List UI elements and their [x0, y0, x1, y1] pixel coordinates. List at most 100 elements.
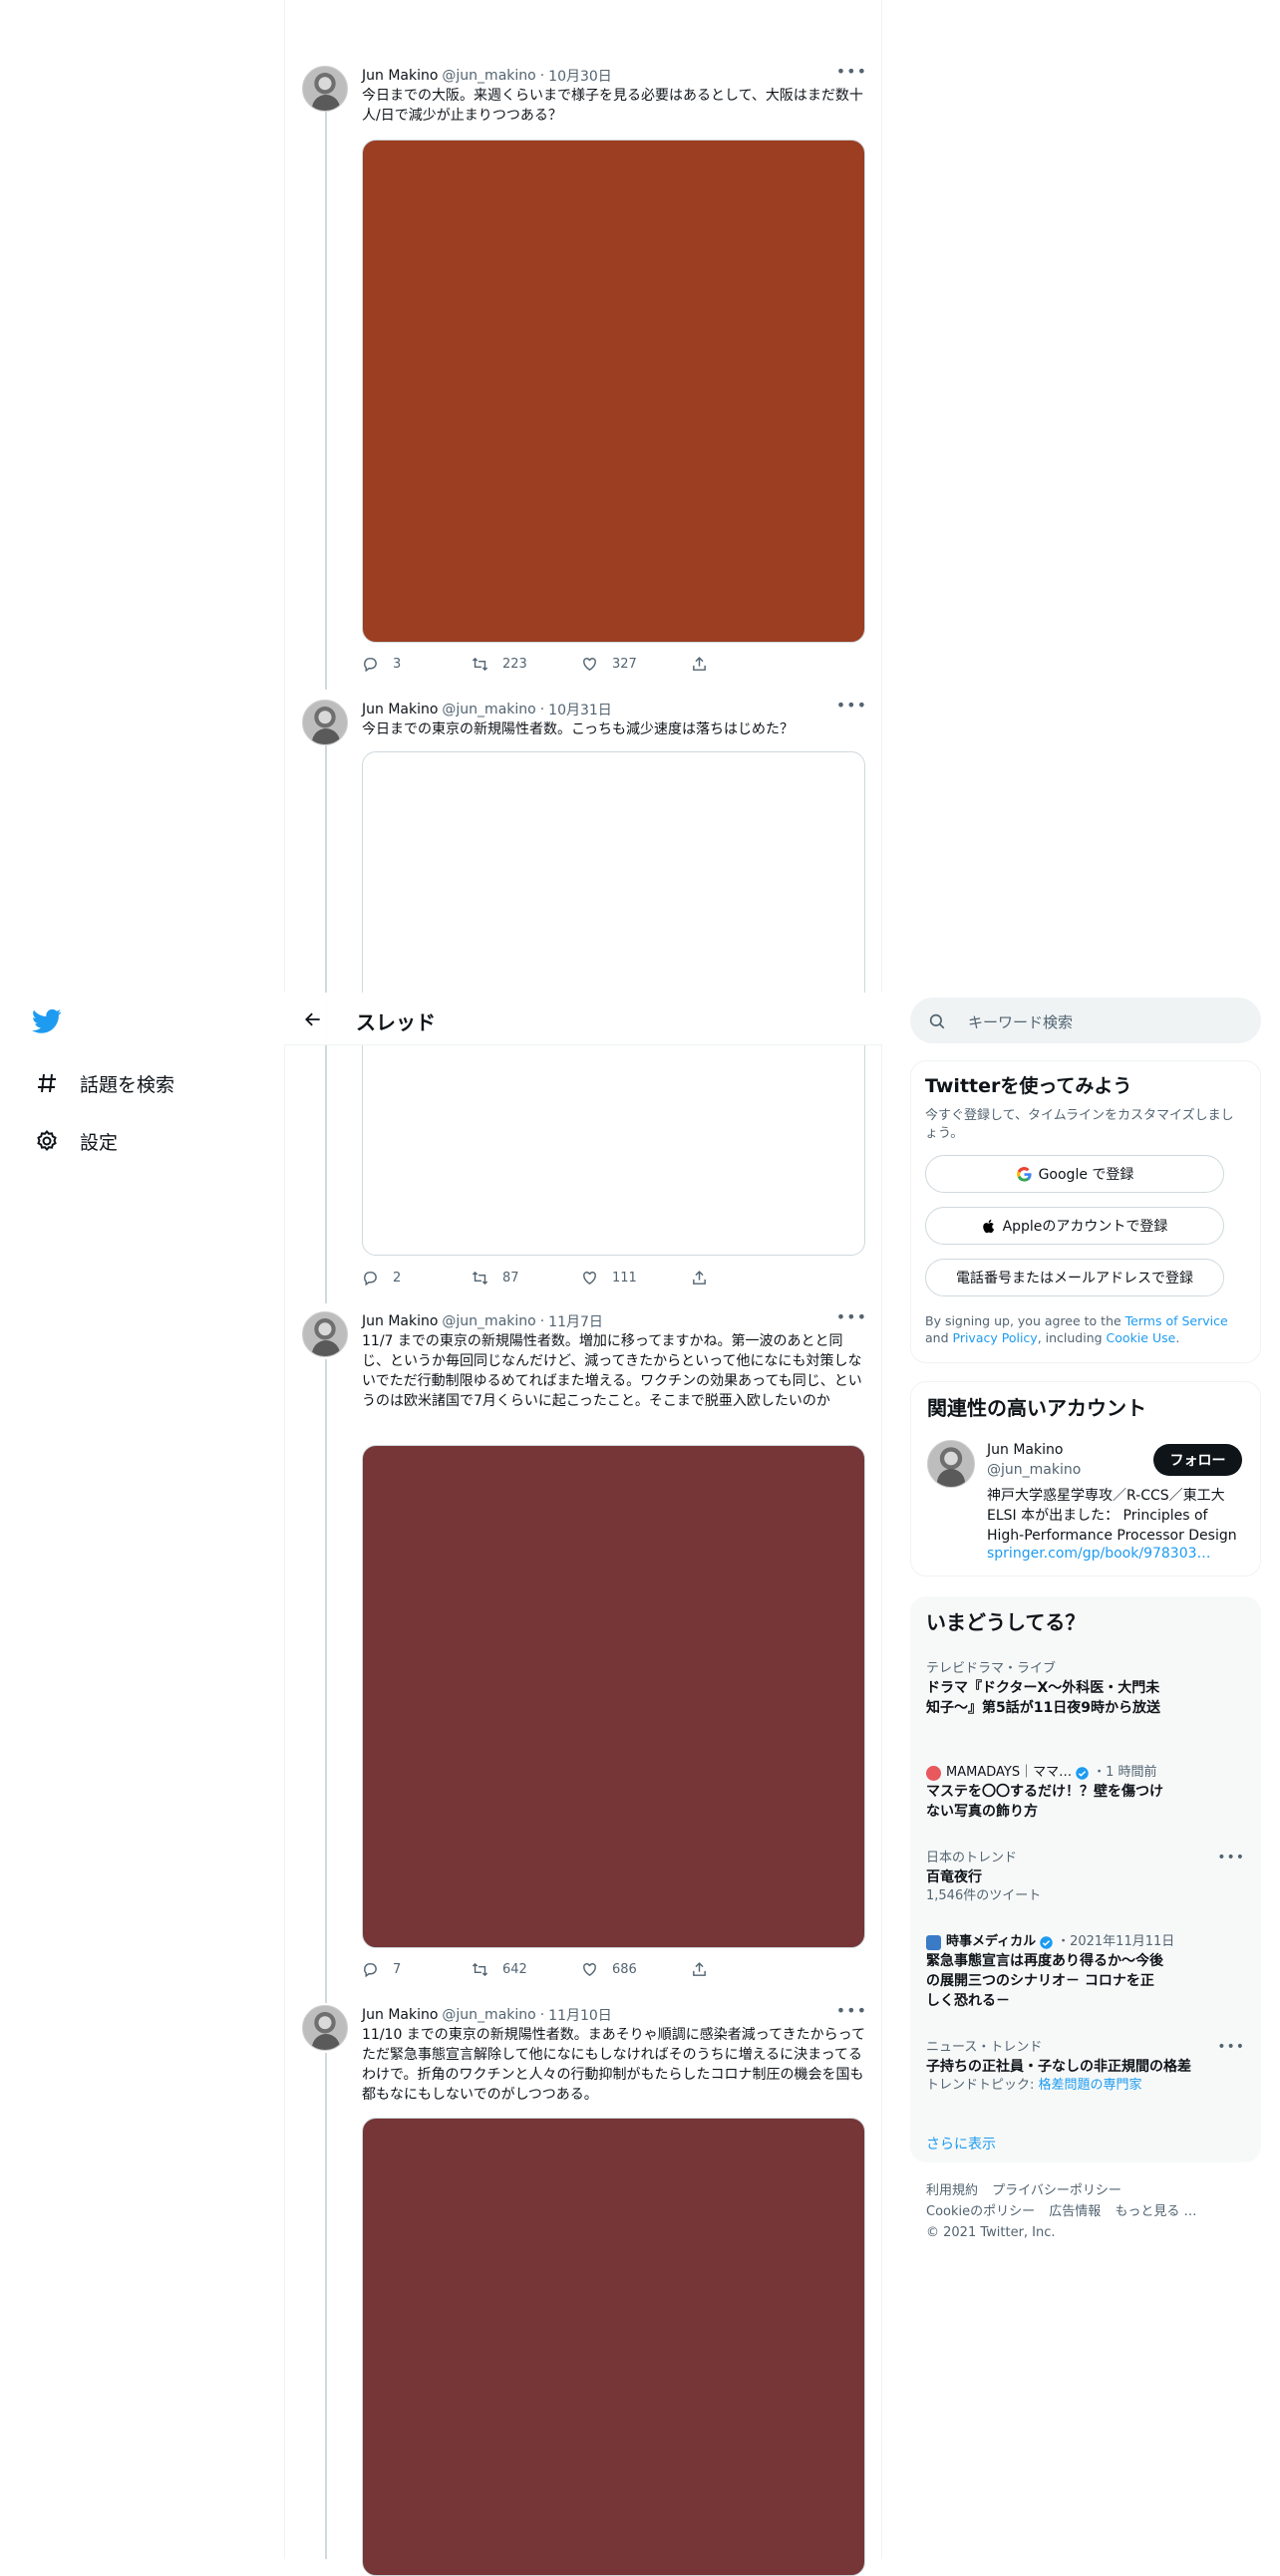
tweet-date[interactable]: 10月31日 [548, 700, 612, 719]
search-box[interactable]: キーワード検索 [910, 998, 1261, 1043]
tweet-date[interactable]: 10月30日 [548, 66, 612, 86]
retweet-count: 642 [502, 1962, 527, 1977]
trend-item[interactable]: 時事メディカル ・2021年11月11日 緊急事態宣言は再度あり得るか～今後の展… [926, 1933, 1245, 2011]
terms-of-service-link[interactable]: Terms of Service [1125, 1313, 1228, 1328]
tweet-header: Jun Makino @jun_makino · 10月31日 [362, 700, 612, 719]
share-icon [693, 1962, 706, 1976]
more-options-icon[interactable]: ••• [836, 2001, 867, 2020]
follow-button[interactable]: フォロー [1153, 1444, 1242, 1476]
trend-account: 時事メディカル [946, 1934, 1037, 1949]
phone-email-signup-button[interactable]: 電話番号またはメールアドレスで登録 [925, 1259, 1224, 1296]
like-button[interactable]: 111 [581, 1270, 691, 1287]
tweet-actions: 3 223 327 [362, 656, 800, 673]
footer-link-ads[interactable]: 広告情報 [1049, 2204, 1101, 2219]
retweet-icon [472, 657, 488, 672]
retweet-button[interactable]: 223 [472, 656, 581, 673]
trend-item[interactable]: テレビドラマ・ライブ ドラマ『ドクターX～外科医・大門未知子～』第5話が11日夜… [926, 1660, 1245, 1718]
author-name[interactable]: Jun Makino [362, 2007, 438, 2023]
thread-column: Jun Makino @jun_makino · 10月30日 ••• 今日まで… [284, 0, 882, 2576]
more-options-icon[interactable]: ••• [1217, 1850, 1245, 1865]
author-name[interactable]: Jun Makino [362, 68, 438, 84]
thread-connector [325, 2053, 327, 2559]
back-button[interactable] [298, 1004, 328, 1034]
account-bio: 神戸大学惑星学専攻／R-CCS／東工大ELSI 本が出ました： Principl… [987, 1488, 1237, 1544]
tweet-date[interactable]: 11月7日 [548, 1311, 603, 1331]
terms-text: , including [1037, 1330, 1107, 1345]
arrow-left-icon [305, 1012, 320, 1026]
account-handle[interactable]: @jun_makino [987, 1462, 1081, 1478]
verified-badge-icon [1040, 1935, 1053, 1949]
tweet-image[interactable] [362, 140, 865, 643]
terms-text: . [1175, 1330, 1180, 1345]
tweet-date[interactable]: 11月10日 [548, 2005, 612, 2025]
footer-link-terms[interactable]: 利用規約 [926, 2183, 978, 2198]
trend-title: 子持ちの正社員・子なしの非正規間の格差 [926, 2059, 1191, 2075]
avatar[interactable] [927, 1440, 975, 1488]
author-name[interactable]: Jun Makino [362, 702, 438, 717]
signup-title: Twitterを使ってみよう [925, 1075, 1132, 1097]
verified-badge-icon [1076, 1766, 1089, 1780]
trend-item[interactable]: MAMADAYS｜ママ… ・1 時間前 マステを〇〇するだけ！？壁を傷つけない写… [926, 1764, 1245, 1822]
avatar[interactable] [302, 1311, 348, 1357]
search-input[interactable]: キーワード検索 [968, 1011, 1073, 1032]
avatar[interactable] [302, 66, 348, 112]
heart-icon [583, 1963, 596, 1977]
author-name[interactable]: Jun Makino [362, 1313, 438, 1329]
trend-time: ・2021年11月11日 [1057, 1934, 1175, 1949]
reply-icon [364, 1272, 377, 1287]
apple-signup-button[interactable]: Appleのアカウントで登録 [925, 1207, 1224, 1245]
tweet-image[interactable] [362, 2118, 865, 2576]
more-options-icon[interactable]: ••• [1217, 2039, 1245, 2055]
show-more-link[interactable]: さらに表示 [926, 2134, 996, 2153]
retweet-button[interactable]: 642 [472, 1961, 581, 1978]
account-name[interactable]: Jun Makino [987, 1442, 1063, 1458]
like-count: 327 [612, 657, 637, 672]
tweet-image[interactable] [362, 1445, 865, 1948]
avatar[interactable] [302, 2005, 348, 2051]
trend-topic-link[interactable]: 格差問題の専門家 [1039, 2078, 1142, 2093]
reply-button[interactable]: 2 [362, 1270, 472, 1287]
trend-item[interactable]: ニュース・トレンド 子持ちの正社員・子なしの非正規間の格差 トレンドトピック: … [926, 2039, 1245, 2095]
share-button[interactable] [691, 1961, 800, 1978]
privacy-policy-link[interactable]: Privacy Policy [953, 1330, 1038, 1345]
avatar[interactable] [302, 700, 348, 745]
reply-button[interactable]: 3 [362, 656, 472, 673]
tweet-text: 11/10 までの東京の新規陽性者数。まあそりゃ順調に感染者減ってきたからってた… [362, 2027, 865, 2103]
like-count: 111 [612, 1271, 637, 1286]
retweet-count: 87 [502, 1271, 519, 1286]
retweet-count: 223 [502, 657, 527, 672]
tweet-header: Jun Makino @jun_makino · 11月10日 [362, 2005, 612, 2025]
author-handle[interactable]: @jun_makino [442, 1313, 535, 1329]
more-options-icon[interactable]: ••• [836, 696, 867, 715]
share-icon [693, 1271, 706, 1285]
tweet-actions: 2 87 111 [362, 1270, 800, 1287]
more-options-icon[interactable]: ••• [836, 62, 867, 81]
trend-time: ・1 時間前 [1093, 1765, 1157, 1780]
retweet-button[interactable]: 87 [472, 1270, 581, 1287]
google-signup-label: Google で登録 [1038, 1167, 1134, 1183]
author-handle[interactable]: @jun_makino [442, 68, 535, 84]
like-button[interactable]: 686 [581, 1961, 691, 1978]
account-bio-link[interactable]: springer.com/gp/book/978303… [987, 1546, 1246, 1562]
like-button[interactable]: 327 [581, 656, 691, 673]
signup-card: Twitterを使ってみよう 今すぐ登録して、タイムラインをカスタマイズしましょ… [910, 1060, 1261, 1363]
share-button[interactable] [691, 656, 800, 673]
footer-link-privacy[interactable]: プライバシーポリシー [992, 2183, 1121, 2198]
author-handle[interactable]: @jun_makino [442, 702, 535, 717]
more-options-icon[interactable]: ••• [836, 1307, 867, 1326]
sidebar-item-explore[interactable]: 話題を検索 [32, 1068, 174, 1098]
footer-link-cookies[interactable]: Cookieのポリシー [926, 2204, 1035, 2219]
trend-meta: 時事メディカル ・2021年11月11日 [926, 1933, 1245, 1951]
cookie-use-link[interactable]: Cookie Use [1107, 1330, 1176, 1345]
footer-link-more[interactable]: もっと見る … [1115, 2204, 1196, 2219]
sidebar-item-settings[interactable]: 設定 [32, 1126, 118, 1156]
twitter-bird-icon[interactable] [32, 1008, 64, 1036]
share-button[interactable] [691, 1270, 800, 1287]
google-signup-button[interactable]: Google で登録 [925, 1155, 1224, 1193]
signup-terms: By signing up, you agree to the Terms of… [925, 1312, 1250, 1346]
reply-button[interactable]: 7 [362, 1961, 472, 1978]
trend-meta: 日本のトレンド [926, 1851, 1018, 1865]
retweet-icon [472, 1271, 488, 1286]
author-handle[interactable]: @jun_makino [442, 2007, 535, 2023]
trend-item[interactable]: 日本のトレンド 百竜夜行 1,546件のツイート ••• [926, 1850, 1245, 1905]
